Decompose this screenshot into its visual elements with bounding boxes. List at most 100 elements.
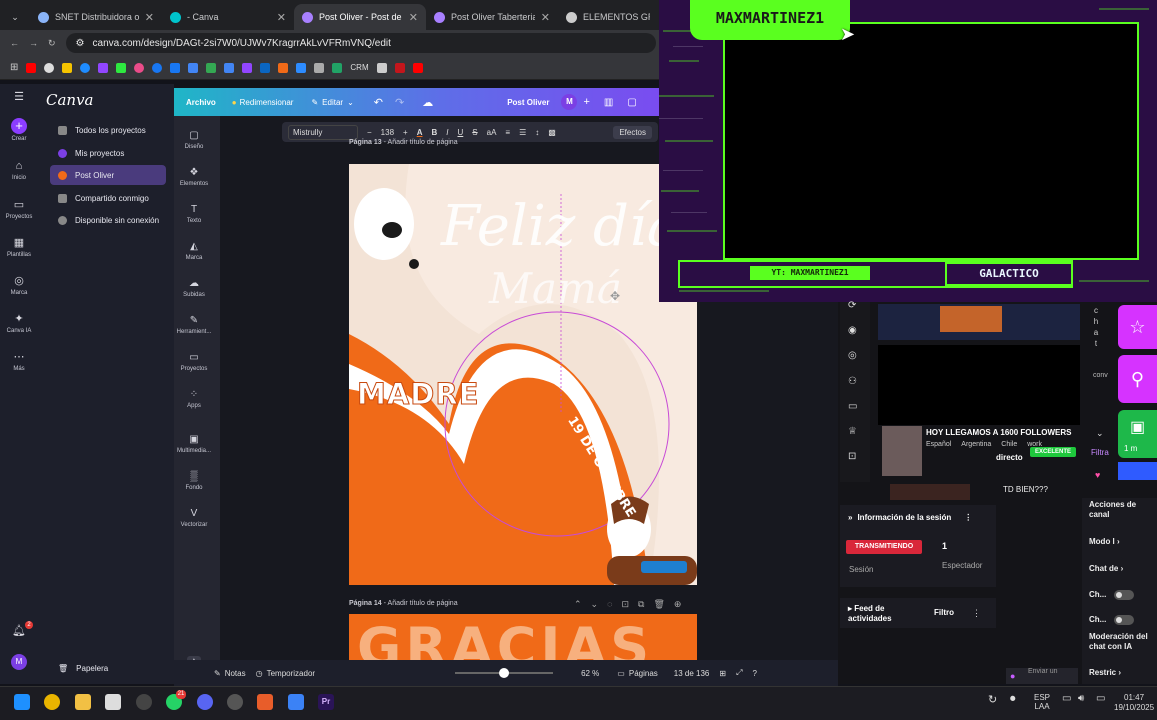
activity-feed-title[interactable]: ▸ Feed de actividades [848,604,908,624]
tray-icon[interactable]: ↻ [988,693,997,706]
undo-icon[interactable]: ↶ [374,96,383,109]
tag[interactable]: Español [926,441,951,448]
zoom-slider[interactable] [455,668,554,678]
rail-item-brand[interactable]: ◎ Marca [0,274,38,296]
rail-item-more[interactable]: ⋯ Más [0,350,38,372]
eye-icon[interactable]: ◎ [848,350,857,361]
windows-start-icon[interactable] [14,694,30,710]
url-field[interactable]: ⚙ canva.com/design/DAGt-2si7W0/UJWv7Kragr… [65,33,656,53]
grid-view-icon[interactable]: ⊞ [719,669,726,678]
tool-apps[interactable]: ⁘ Apps [174,389,214,409]
user-add-icon[interactable]: ⚇ [848,376,857,387]
rail-item-projects[interactable]: ▭ Proyectos [0,198,38,220]
more-icon[interactable]: ⋮ [964,513,972,522]
nav-post-oliver[interactable]: Post Oliver [50,165,166,185]
browser-tab[interactable]: SNET Distribuidora oliv ✕ [30,4,162,30]
rail-item-templates[interactable]: ▦ Plantillas [0,236,38,258]
back-icon[interactable]: ← [10,38,19,48]
stream-preview-thumbnail[interactable] [878,304,1080,340]
align-icon[interactable]: ≡ [505,128,510,137]
comments-icon[interactable]: ▢ [627,97,636,108]
underline-icon[interactable]: U [458,128,464,137]
design-page-14[interactable]: GRACIAS [349,614,697,660]
bookmark-icon[interactable] [62,62,73,73]
battery-icon[interactable]: ▭ [1096,693,1105,704]
rail-item-create[interactable]: + Crear [0,118,38,142]
site-info-icon[interactable]: ⚙ [76,38,85,49]
tool-brand[interactable]: ◭ Marca [174,241,214,261]
chrome-icon[interactable] [44,694,60,710]
channel-actions[interactable]: Acciones de canal [1089,500,1149,520]
tool-elements[interactable]: ❖ Elementos [174,167,214,187]
font-select[interactable]: Mistrully [288,124,358,140]
chat-option-toggle[interactable] [1114,615,1134,625]
browser-tab[interactable]: - Canva ✕ [162,4,294,30]
rail-item-home[interactable]: ⌂ Inicio [0,160,38,181]
fullscreen-icon[interactable]: ⤢ [736,668,742,678]
redo-icon[interactable]: ↷ [395,96,404,109]
ai-moderation-label[interactable]: Moderación del chat con IA [1089,632,1149,652]
star-icon[interactable]: ☆ [1118,305,1157,349]
effects-button[interactable]: Efectos [613,125,652,139]
help-icon[interactable]: ? [752,669,756,678]
zoom-slider-thumb[interactable] [499,668,510,678]
page-counter[interactable]: 13 de 136 [674,669,710,678]
user-icon[interactable]: ⚲ [1118,355,1157,403]
discord-icon[interactable] [197,694,213,710]
youtube-bookmark-icon[interactable] [26,62,37,73]
filter-button[interactable]: Filtro [934,608,954,617]
microphone-app-icon[interactable] [257,694,273,710]
italic-icon[interactable]: I [446,128,448,137]
camera-icon[interactable]: ▭ [848,401,857,412]
bookmark-icon[interactable] [412,62,423,73]
close-icon[interactable]: ✕ [145,11,154,24]
bookmark-icon[interactable] [134,62,145,73]
bookmark-icon[interactable] [376,62,387,73]
twitch-bookmark-icon[interactable] [98,62,109,73]
studio-icon[interactable]: ⟳ [848,300,856,311]
heart-icon[interactable]: ♥ [1095,470,1100,480]
tool-text[interactable]: T Texto [174,204,214,224]
bookmark-icon[interactable] [314,62,325,73]
nav-all-projects[interactable]: Todos los proyectos [50,120,166,140]
browser-tab[interactable]: Post Oliver Taberteria ✕ [426,4,558,30]
nav-trash[interactable]: 🗑︎ Papelera [50,658,166,678]
blue-action-tile[interactable] [1118,462,1157,480]
tag[interactable]: Chile [1001,441,1017,448]
reload-icon[interactable]: ↻ [48,38,56,49]
account-avatar[interactable]: M [0,654,38,670]
browser-tab-active[interactable]: Post Oliver - Post de In ✕ [294,4,426,30]
strikethrough-icon[interactable]: S [472,128,477,137]
mic-icon[interactable]: ⏺ [1010,693,1016,706]
design-title[interactable]: Post Oliver [507,98,549,107]
premiere-icon[interactable]: Pr [318,694,334,710]
app-icon[interactable] [105,694,121,710]
increase-size-button[interactable]: + [403,128,408,137]
tool-tools[interactable]: ✎ Herramient... [174,315,214,335]
menu-toggle[interactable]: ☰ [0,90,38,106]
bookmark-icon[interactable] [260,62,271,73]
insights-icon[interactable]: ▥ [604,97,613,108]
case-icon[interactable]: aA [487,128,497,137]
edit-menu[interactable]: ✎ Editar ⌄ [311,98,353,107]
add-page-icon[interactable]: ⊕ [674,599,682,610]
file-menu[interactable]: Archivo [186,98,216,107]
decrease-size-button[interactable]: − [367,128,372,137]
mode-item[interactable]: Modo l › [1089,537,1120,547]
list-icon[interactable]: ☰ [519,128,526,137]
close-icon[interactable]: ✕ [277,11,286,24]
cloud-save-icon[interactable]: ☁ [422,96,433,109]
bookmark-icon[interactable] [224,62,235,73]
crm-bookmark-label[interactable]: CRM [350,63,368,72]
nav-offline[interactable]: Disponible sin conexión [50,210,166,230]
drive-bookmark-icon[interactable] [206,62,217,73]
script-heading[interactable]: Feliz día [441,194,680,259]
add-collaborator-icon[interactable]: + [583,96,589,108]
nav-my-projects[interactable]: Mis proyectos [50,143,166,163]
trash-icon[interactable]: 🗑︎ [653,599,664,610]
notepad-icon[interactable] [288,694,304,710]
bookmark-icon[interactable] [170,62,181,73]
app-icon[interactable] [227,694,243,710]
volume-icon[interactable]: 🔊︎ [1078,693,1084,704]
bookmark-icon[interactable] [394,62,405,73]
